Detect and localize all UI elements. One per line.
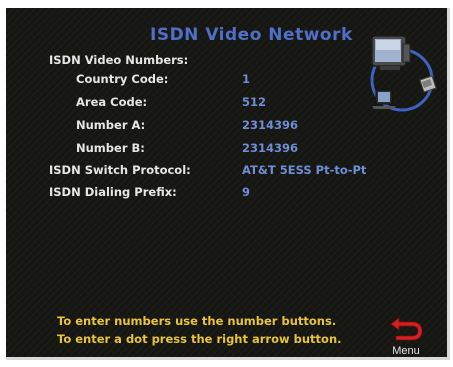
switch-protocol-label: ISDN Switch Protocol: [49, 163, 191, 177]
country-code-label: Country Code: [76, 72, 169, 86]
area-code-label: Area Code: [76, 95, 148, 109]
hint-right-arrow: To enter a dot press the right arrow but… [57, 332, 342, 346]
number-a-value[interactable]: 2314396 [242, 118, 298, 132]
page-title: ISDN Video Network [150, 25, 353, 45]
country-code-value[interactable]: 1 [242, 72, 250, 86]
return-arrow-icon [390, 317, 422, 341]
video-conference-network-icon [370, 35, 437, 112]
number-b-label: Number B: [76, 141, 145, 155]
hint-number-buttons: To enter numbers use the number buttons. [57, 314, 337, 328]
menu-label: Menu [392, 345, 420, 357]
menu-button[interactable]: Menu [386, 315, 426, 360]
switch-protocol-value[interactable]: AT&T 5ESS Pt-to-Pt [242, 163, 366, 177]
number-b-value[interactable]: 2314396 [242, 141, 298, 155]
number-a-label: Number A: [76, 118, 146, 132]
isdn-settings-screen: ISDN Video Network ISDN Video Numbers: C… [6, 8, 450, 360]
dialing-prefix-value[interactable]: 9 [242, 185, 250, 199]
dialing-prefix-label: ISDN Dialing Prefix: [49, 185, 177, 199]
section-label-video-numbers: ISDN Video Numbers: [49, 53, 189, 67]
area-code-value[interactable]: 512 [242, 95, 266, 109]
